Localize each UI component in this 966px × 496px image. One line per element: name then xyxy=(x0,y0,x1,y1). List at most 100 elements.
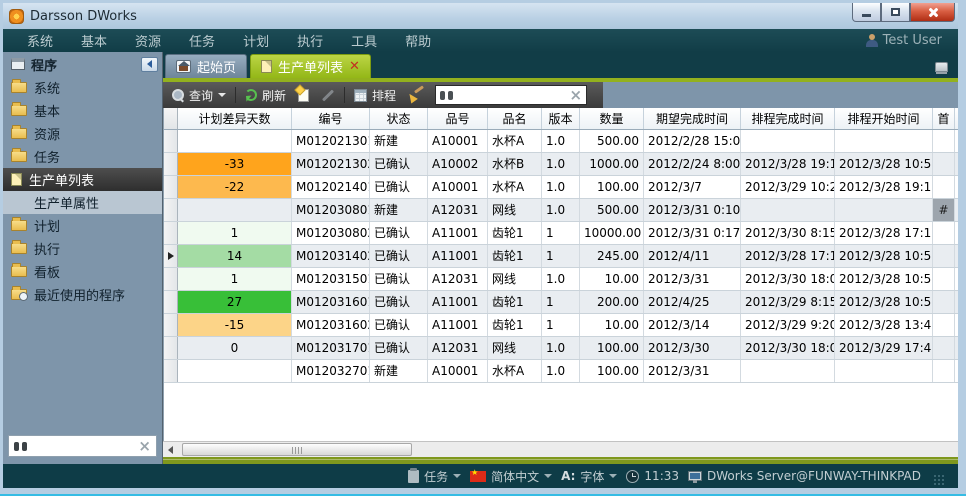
tab-start-page[interactable]: 起始页 xyxy=(165,54,247,78)
row-header[interactable] xyxy=(164,337,178,359)
grid-cell-fin[interactable] xyxy=(741,130,835,152)
grid-cell-start[interactable]: 2012/3/28 10:52 xyxy=(835,153,933,175)
grid-cell-start[interactable] xyxy=(835,360,933,382)
grid-cell-due[interactable]: 2012/3/14 xyxy=(644,314,741,336)
grid-cell-item[interactable]: A12031 xyxy=(428,268,488,290)
grid-cell-due[interactable]: 2012/3/30 xyxy=(644,337,741,359)
grid-cell-extra[interactable] xyxy=(933,176,955,198)
grid-cell-status[interactable]: 已确认 xyxy=(370,176,428,198)
column-header[interactable]: 计划差异天数 xyxy=(178,108,292,129)
table-row[interactable]: -33M012021302已确认A10002水杯B1.01000.002012/… xyxy=(164,153,958,176)
grid-cell-start[interactable]: 2012/3/28 17:13 xyxy=(835,222,933,244)
sidebar-item[interactable]: 计划 xyxy=(3,214,162,237)
grid-cell-diff[interactable]: -22 xyxy=(178,176,292,198)
grid-cell-ver[interactable]: 1.0 xyxy=(542,360,580,382)
grid-cell-no[interactable]: M012031602 xyxy=(292,314,370,336)
grid-cell-qty[interactable]: 10000.00 xyxy=(580,222,644,244)
sidebar-item[interactable]: 看板 xyxy=(3,260,162,283)
grid-cell-name[interactable]: 齿轮1 xyxy=(488,222,542,244)
scroll-left-button[interactable] xyxy=(163,442,178,457)
grid-cell-start[interactable]: 2012/3/28 10:52 xyxy=(835,291,933,313)
pin-icon[interactable] xyxy=(935,62,948,72)
grid-cell-ver[interactable]: 1.0 xyxy=(542,199,580,221)
grid-cell-name[interactable]: 网线 xyxy=(488,199,542,221)
sidebar-collapse-button[interactable] xyxy=(141,57,158,72)
grid-cell-fin[interactable]: 2012/3/30 18:00 xyxy=(741,268,835,290)
column-header[interactable]: 期望完成时间 xyxy=(644,108,741,129)
grid-cell-item[interactable]: A10002 xyxy=(428,153,488,175)
table-row[interactable]: 14M012031402已确认A11001齿轮11245.002012/4/11… xyxy=(164,245,958,268)
grid-cell-diff[interactable]: 1 xyxy=(178,268,292,290)
menu-item[interactable]: 执行 xyxy=(283,31,337,50)
menu-item[interactable]: 计划 xyxy=(229,31,283,50)
grid-cell-due[interactable]: 2012/2/24 8:00 xyxy=(644,153,741,175)
grid-cell-status[interactable]: 新建 xyxy=(370,199,428,221)
grid-cell-fin[interactable]: 2012/3/29 8:15 xyxy=(741,291,835,313)
grid-cell-no[interactable]: M012021401 xyxy=(292,176,370,198)
grid-cell-item[interactable]: A11001 xyxy=(428,314,488,336)
grid-cell-extra[interactable] xyxy=(933,130,955,152)
grid-cell-status[interactable]: 已确认 xyxy=(370,268,428,290)
menu-item[interactable]: 资源 xyxy=(121,31,175,50)
menu-item[interactable]: 任务 xyxy=(175,31,229,50)
grid-cell-status[interactable]: 新建 xyxy=(370,360,428,382)
grid-cell-diff[interactable]: 1 xyxy=(178,222,292,244)
grid-cell-no[interactable]: M012030801 xyxy=(292,199,370,221)
grid-cell-fin[interactable]: 2012/3/28 19:10 xyxy=(741,153,835,175)
task-dropdown[interactable]: 任务 xyxy=(408,468,461,485)
grid-cell-no[interactable]: M012031701 xyxy=(292,337,370,359)
table-row[interactable]: -15M012031602已确认A11001齿轮1110.002012/3/14… xyxy=(164,314,958,337)
grid-cell-diff[interactable]: -15 xyxy=(178,314,292,336)
grid-cell-diff[interactable]: 27 xyxy=(178,291,292,313)
grid-cell-qty[interactable]: 100.00 xyxy=(580,337,644,359)
new-button[interactable] xyxy=(295,87,312,104)
grid-cell-extra[interactable] xyxy=(933,222,955,244)
grid-cell-fin[interactable]: 2012/3/28 17:13 xyxy=(741,245,835,267)
sidebar-item[interactable]: 最近使用的程序 xyxy=(3,283,162,306)
clear-search-icon[interactable]: × xyxy=(569,88,582,103)
clean-button[interactable] xyxy=(405,86,427,104)
row-header[interactable] xyxy=(164,268,178,290)
row-header[interactable] xyxy=(164,176,178,198)
grid-cell-extra[interactable] xyxy=(933,153,955,175)
grid-cell-no[interactable]: M012021302 xyxy=(292,153,370,175)
table-row[interactable]: 27M012031601已确认A11001齿轮11200.002012/4/25… xyxy=(164,291,958,314)
grid-cell-ver[interactable]: 1.0 xyxy=(542,153,580,175)
grid-cell-qty[interactable]: 500.00 xyxy=(580,199,644,221)
grid-cell-diff[interactable] xyxy=(178,199,292,221)
sidebar-item[interactable]: 基本 xyxy=(3,99,162,122)
row-header[interactable] xyxy=(164,314,178,336)
row-header[interactable] xyxy=(164,360,178,382)
grid-cell-fin[interactable] xyxy=(741,360,835,382)
resize-grip[interactable] xyxy=(934,475,944,477)
clear-search-icon[interactable]: × xyxy=(138,439,151,454)
query-button[interactable]: 查询 xyxy=(169,85,229,106)
grid-cell-ver[interactable]: 1 xyxy=(542,314,580,336)
row-header[interactable] xyxy=(164,245,178,267)
grid-cell-item[interactable]: A11001 xyxy=(428,222,488,244)
tab-close-icon[interactable]: ✕ xyxy=(349,60,360,73)
column-header[interactable]: 状态 xyxy=(370,108,428,129)
grid-cell-status[interactable]: 新建 xyxy=(370,130,428,152)
grid-cell-no[interactable]: M012032701 xyxy=(292,360,370,382)
row-header[interactable] xyxy=(164,291,178,313)
grid-cell-extra[interactable] xyxy=(933,268,955,290)
grid-cell-extra[interactable]: # xyxy=(933,199,955,221)
grid-cell-no[interactable]: M012031402 xyxy=(292,245,370,267)
grid-cell-name[interactable]: 网线 xyxy=(488,268,542,290)
column-header[interactable]: 数量 xyxy=(580,108,644,129)
sidebar-item[interactable]: 执行 xyxy=(3,237,162,260)
column-header[interactable]: 排程开始时间 xyxy=(835,108,933,129)
grid-cell-name[interactable]: 齿轮1 xyxy=(488,291,542,313)
grid-cell-ver[interactable]: 1.0 xyxy=(542,268,580,290)
grid-cell-item[interactable]: A10001 xyxy=(428,176,488,198)
scrollbar-thumb[interactable] xyxy=(182,443,412,456)
menu-item[interactable]: 系统 xyxy=(13,31,67,50)
grid-cell-name[interactable]: 水杯A xyxy=(488,130,542,152)
table-row[interactable]: -22M012021401已确认A10001水杯A1.0100.002012/3… xyxy=(164,176,958,199)
grid-cell-diff[interactable]: 0 xyxy=(178,337,292,359)
grid-cell-fin[interactable]: 2012/3/29 10:20 xyxy=(741,176,835,198)
table-row[interactable]: M012032701新建A10001水杯A1.0100.002012/3/31 xyxy=(164,360,958,383)
column-header[interactable]: 首 xyxy=(933,108,955,129)
grid-cell-ver[interactable]: 1.0 xyxy=(542,337,580,359)
